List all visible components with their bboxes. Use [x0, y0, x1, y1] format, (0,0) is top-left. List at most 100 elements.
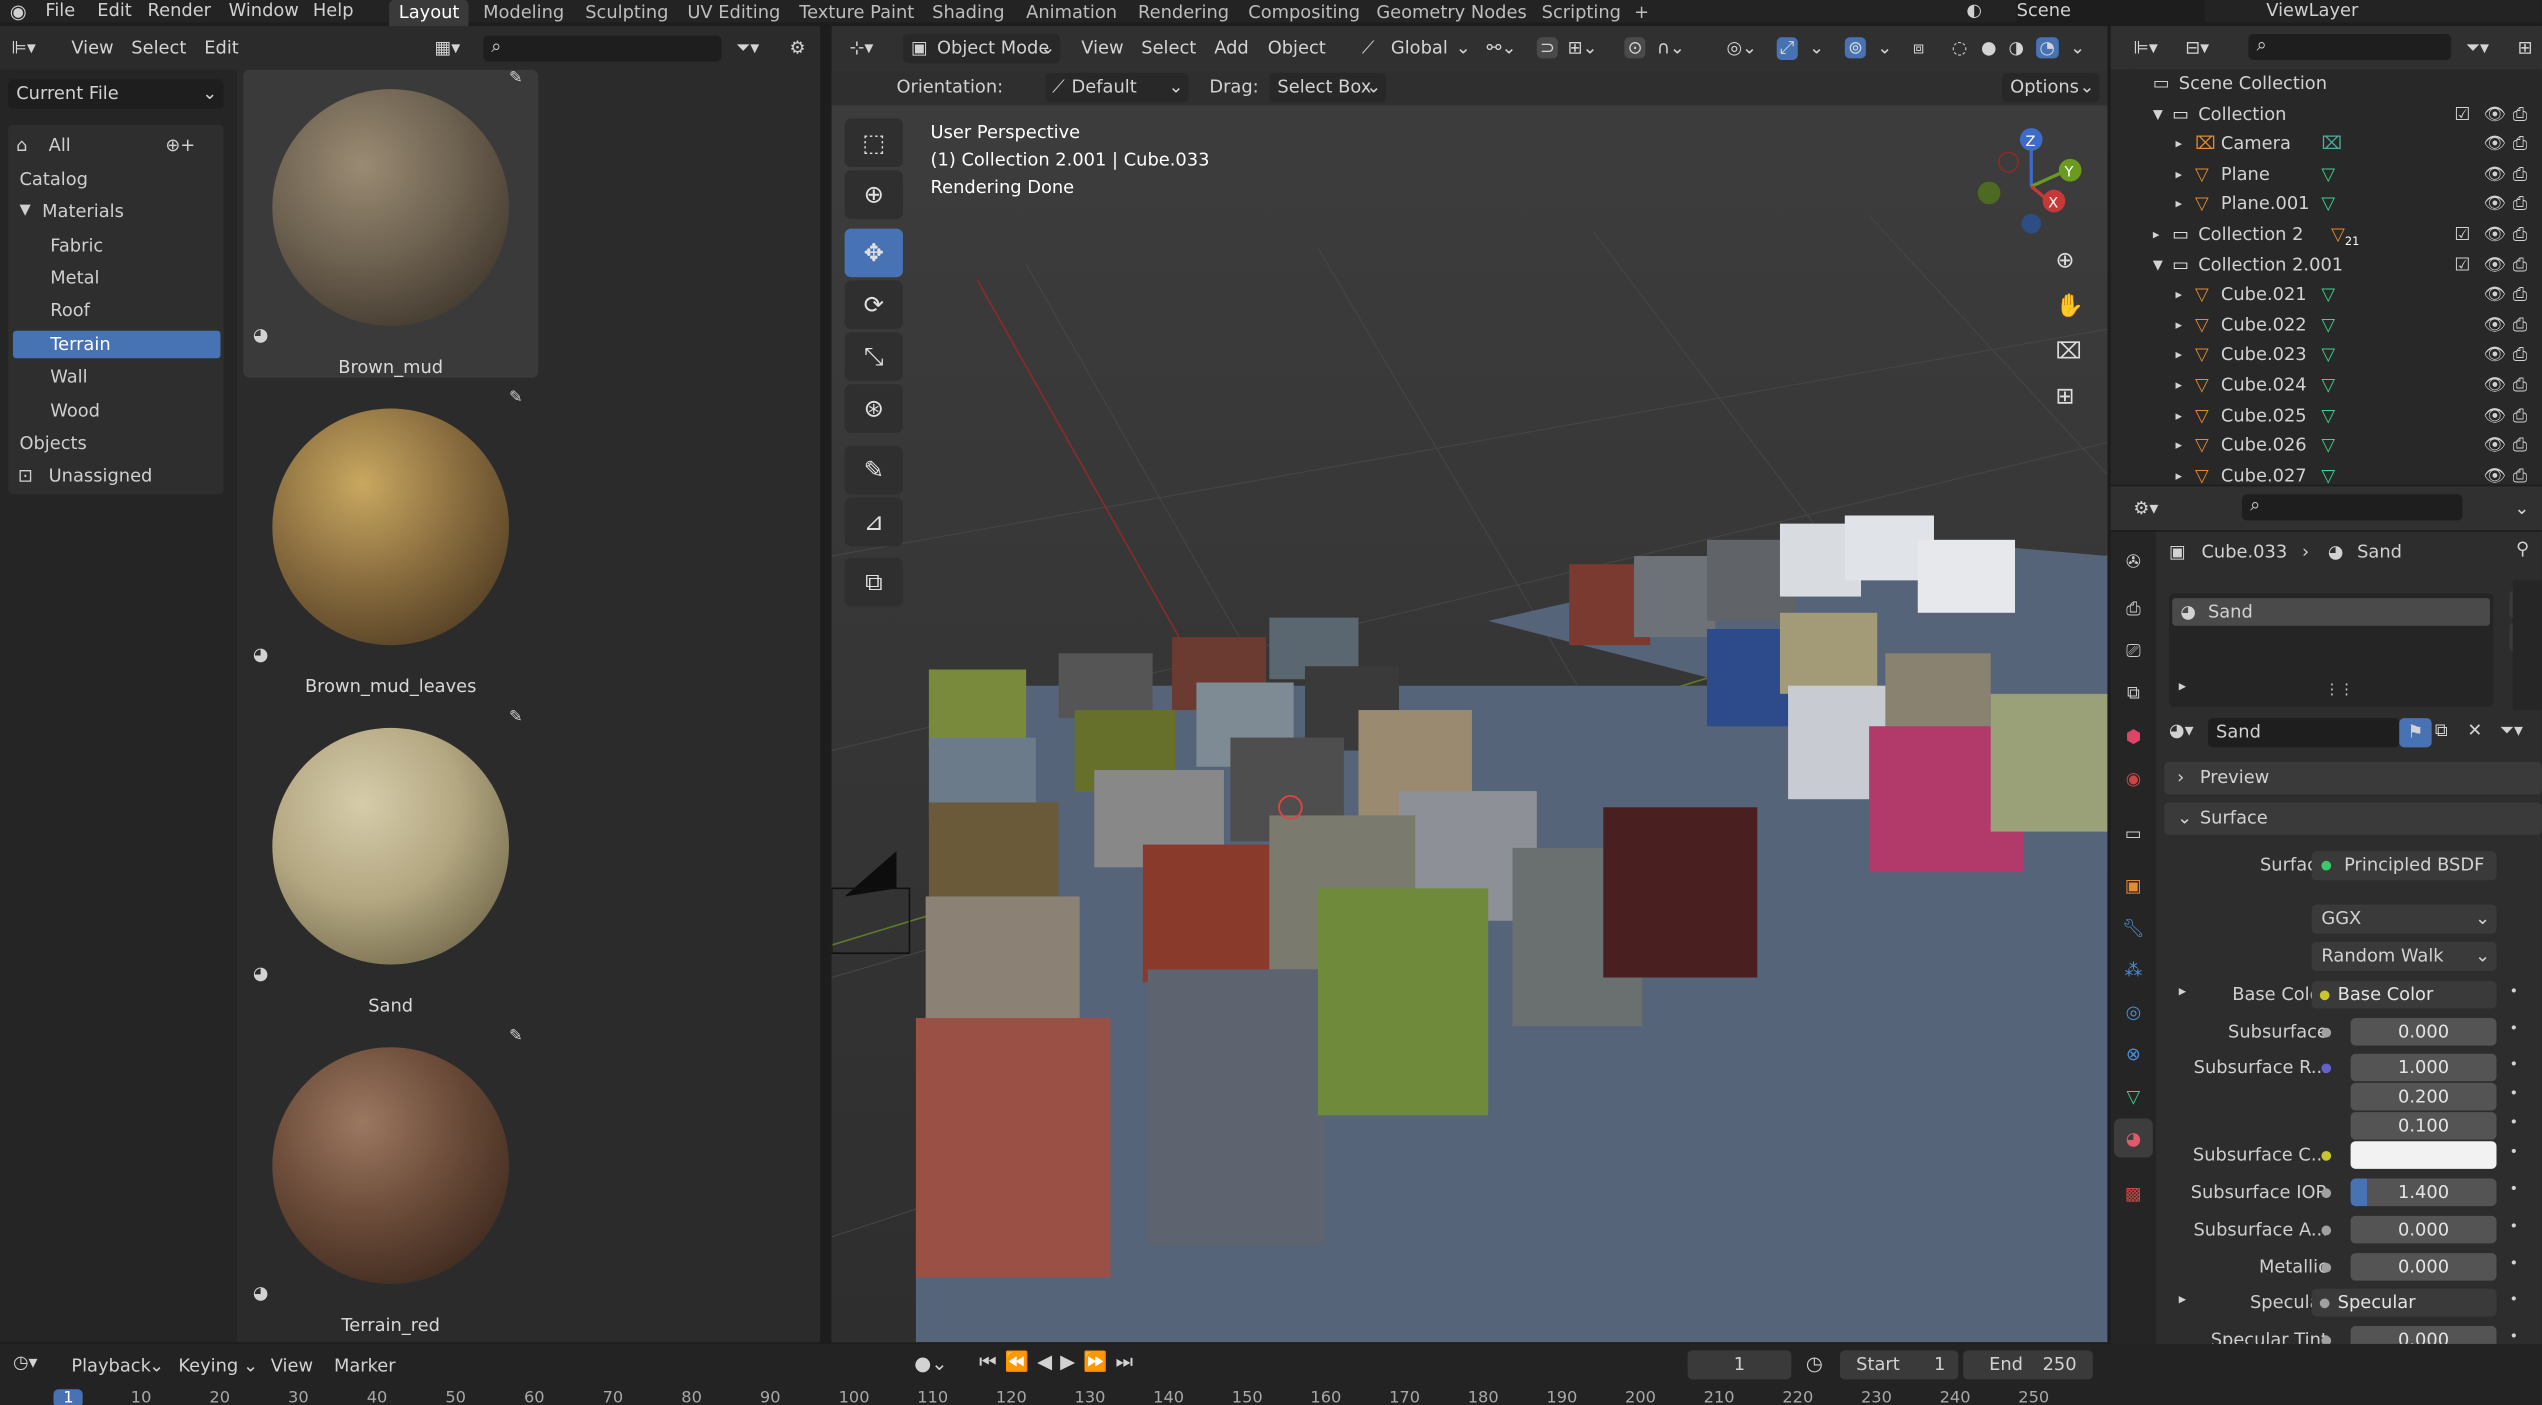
outliner-row[interactable]: ▸ ▽ Cube.026 ▽ 👁︎ ⎙ — [2130, 432, 2542, 461]
chevron-down-icon[interactable]: ⌄ — [1456, 37, 1471, 58]
transform-orientation-icon[interactable]: ⟋ — [1362, 37, 1374, 60]
keyframe-dot-icon[interactable]: • — [2509, 1256, 2518, 1272]
tab-sculpting[interactable]: Sculpting — [585, 0, 668, 26]
view-layer-name[interactable]: ViewLayer — [2266, 0, 2457, 23]
visibility-eye-icon[interactable]: 👁︎ — [2484, 100, 2507, 129]
visibility-eye-icon[interactable]: 👁︎ — [2484, 311, 2507, 340]
render-camera-icon[interactable]: ⎙ — [2513, 371, 2527, 400]
viewport-menu-add[interactable]: Add — [1214, 37, 1249, 58]
keyframe-dot-icon[interactable]: • — [2509, 1329, 2518, 1345]
visibility-icon[interactable]: ◎⌄ — [1726, 37, 1757, 58]
add-cube-tool-icon[interactable]: ⧉ — [844, 557, 903, 607]
menu-edit[interactable]: Edit — [97, 0, 132, 23]
snap-icon[interactable]: ⊃ — [1536, 37, 1559, 59]
fake-user-icon[interactable]: ⚑ — [2399, 718, 2432, 748]
catalog-wood[interactable]: Wood — [13, 397, 221, 425]
render-camera-icon[interactable]: ⎙ — [2513, 251, 2527, 280]
annotate-tool-icon[interactable]: ✎ — [844, 445, 903, 495]
asset-tile[interactable]: ✎ ◕ Terrain_red — [243, 1028, 538, 1336]
object-tab-icon[interactable]: ▣ — [2117, 869, 2149, 901]
surface-panel-header[interactable]: ⌄ Surface — [2164, 802, 2542, 835]
frame-ruler[interactable]: 1 10 20 30 40 50 60 70 80 90 100 110 120 130 140 150 160… — [0, 1344, 2107, 1405]
socket-icon[interactable] — [2321, 1262, 2332, 1272]
tab-geometry-nodes[interactable]: Geometry Nodes — [1376, 0, 1526, 26]
shading-solid-icon[interactable]: ● — [1981, 37, 1997, 58]
physics-tab-icon[interactable]: ◎ — [2117, 995, 2149, 1027]
render-camera-icon[interactable]: ⎙ — [2513, 401, 2527, 430]
edit-asset-icon[interactable]: ✎ — [509, 1028, 523, 1046]
expand-arrow-icon[interactable]: ▸ — [2176, 371, 2183, 400]
particles-tab-icon[interactable]: ⁂ — [2117, 953, 2149, 985]
viewport-menu-object[interactable]: Object — [1268, 37, 1326, 58]
mesh-data-icon[interactable]: ▽ — [2321, 371, 2335, 400]
unlink-icon[interactable]: ✕ — [2467, 720, 2482, 741]
socket-icon[interactable] — [2321, 1225, 2332, 1235]
mesh-data-icon[interactable]: ▽ — [2321, 190, 2335, 219]
visibility-eye-icon[interactable]: 👁︎ — [2484, 251, 2507, 280]
expand-arrow-icon[interactable]: ▸ — [2176, 281, 2183, 310]
expand-arrow-icon[interactable]: ▼ — [2153, 251, 2163, 280]
keyframe-dot-icon[interactable]: • — [2509, 1292, 2518, 1308]
keyframe-dot-icon[interactable]: • — [2509, 1087, 2518, 1103]
keyframe-dot-icon[interactable]: • — [2509, 1219, 2518, 1235]
catalog-materials[interactable]: ▼ Materials — [13, 198, 221, 226]
edit-asset-icon[interactable]: ✎ — [509, 70, 523, 88]
resize-grip-icon[interactable]: ⋮⋮ — [2325, 682, 2354, 698]
expand-arrow-icon[interactable]: ▸ — [2176, 190, 2183, 219]
modifier-tab-icon[interactable]: 🔧︎ — [2117, 911, 2149, 943]
outliner-row[interactable]: ▸ ⌧ Camera ⌧ 👁︎ ⎙ — [2130, 130, 2542, 159]
editor-type-icon[interactable]: ⊹▾ — [849, 37, 873, 58]
render-camera-icon[interactable]: ⎙ — [2513, 311, 2527, 340]
socket-icon[interactable] — [2321, 1027, 2332, 1037]
viewport-menu-select[interactable]: Select — [1141, 37, 1196, 58]
navigation-gizmo[interactable]: Z Y X — [1966, 118, 2096, 248]
blender-logo-icon[interactable]: ◉ — [10, 0, 27, 23]
display-mode-icon[interactable]: ⊟▾ — [2185, 37, 2209, 58]
cursor-tool-icon[interactable]: ⊕ — [844, 170, 903, 219]
constraints-tab-icon[interactable]: ⊗ — [2117, 1038, 2149, 1070]
expand-arrow-icon[interactable]: ▸ — [2176, 130, 2183, 159]
settings-gear-icon[interactable]: ⚙ — [789, 37, 805, 58]
mesh-data-icon[interactable]: ▽ — [2321, 432, 2335, 461]
keyframe-dot-icon[interactable]: • — [2509, 1021, 2518, 1037]
mesh-data-icon[interactable]: ▽ — [2321, 281, 2335, 310]
scene-tab-icon[interactable]: ⬢ — [2117, 720, 2149, 752]
numeric-field[interactable]: 0.100 — [2350, 1112, 2497, 1141]
collection-tab-icon[interactable]: ▭ — [2117, 817, 2149, 849]
asset-tile[interactable]: ✎ ◕ Brown_mud_leaves — [243, 389, 538, 697]
material-name-field[interactable]: Sand — [2207, 718, 2400, 748]
new-collection-icon[interactable]: ⊞ — [2518, 37, 2533, 58]
edit-asset-icon[interactable]: ✎ — [509, 389, 523, 407]
measure-tool-icon[interactable]: ⊿ — [844, 497, 903, 547]
render-camera-icon[interactable]: ⎙ — [2513, 220, 2527, 249]
catalog-label[interactable]: Catalog — [13, 165, 221, 193]
expand-arrow-icon[interactable]: ▼ — [19, 198, 30, 226]
outliner-row[interactable]: ▸ ▽ Plane.001 ▽ 👁︎ ⎙ — [2130, 190, 2542, 219]
expand-arrow-icon[interactable]: ▸ — [2176, 311, 2183, 340]
tab-modeling[interactable]: Modeling — [483, 0, 564, 26]
asset-tile[interactable]: ✎ ◕ Brown_mud — [243, 69, 539, 378]
tab-uv-editing[interactable]: UV Editing — [687, 0, 780, 26]
visibility-eye-icon[interactable]: 👁︎ — [2484, 371, 2507, 400]
outliner-search-input[interactable]: ⌕ — [2248, 34, 2452, 60]
distribution-dropdown[interactable]: GGX ⌄ — [2311, 904, 2497, 934]
render-camera-icon[interactable]: ⎙ — [2513, 432, 2527, 461]
camera-data-icon[interactable]: ⌧ — [2321, 130, 2342, 159]
numeric-field[interactable]: 0.000 — [2350, 1215, 2497, 1244]
properties-search-input[interactable]: ⌕ — [2241, 494, 2463, 521]
outliner-row[interactable]: ▸ ▽ Cube.025 ▽ 👁︎ ⎙ — [2130, 401, 2542, 430]
material-browse-icon[interactable]: ◕▾ — [2169, 720, 2194, 741]
render-camera-icon[interactable]: ⎙ — [2513, 341, 2527, 370]
exclude-checkbox[interactable]: ☑ — [2454, 251, 2470, 280]
mode-selector[interactable]: ▣ Object Mode ⌄ — [902, 34, 1061, 64]
mesh-data-icon[interactable]: ▽ — [2321, 401, 2335, 430]
catalog-wall[interactable]: Wall — [13, 363, 221, 391]
tool-tab-icon[interactable]: ✇ — [2117, 545, 2149, 577]
mesh-data-icon[interactable]: ▽ — [2321, 160, 2335, 189]
visibility-eye-icon[interactable]: 👁︎ — [2484, 190, 2507, 219]
outliner-row[interactable]: ▼ ▭ Collection ☑ 👁︎ ⎙ — [2130, 100, 2542, 129]
proportional-edit-icon[interactable]: ⊙ — [1624, 37, 1646, 59]
render-camera-icon[interactable]: ⎙ — [2513, 100, 2527, 129]
chevron-down-icon[interactable]: ⌄ — [2070, 37, 2085, 58]
menu-file[interactable]: File — [45, 0, 75, 23]
